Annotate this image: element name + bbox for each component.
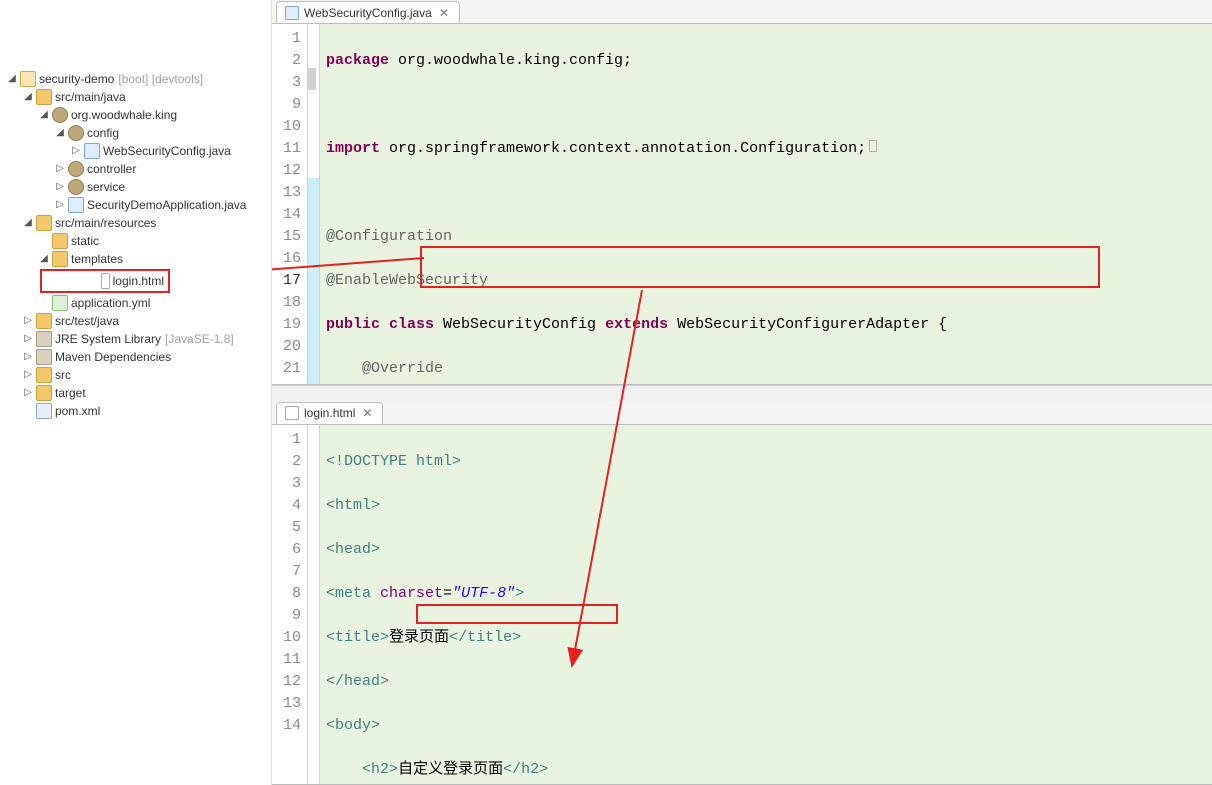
tree-maven[interactable]: Maven Dependencies: [0, 348, 271, 366]
gutter: 1239101112131415161718192021222324: [272, 24, 308, 384]
twisty-icon[interactable]: [4, 70, 20, 88]
twisty-icon[interactable]: [20, 88, 36, 106]
label: pom.xml: [55, 402, 100, 420]
label: security-demo: [39, 70, 114, 88]
twisty-icon[interactable]: [20, 330, 36, 348]
tree-login-html[interactable]: login.html: [40, 269, 170, 293]
label: src/test/java: [55, 312, 119, 330]
java-file-icon: [68, 197, 84, 213]
source-folder-icon: [36, 313, 52, 329]
folder-icon: [36, 385, 52, 401]
decorator: [JavaSE-1.8]: [165, 330, 234, 348]
library-icon: [36, 331, 52, 347]
label: JRE System Library: [55, 330, 161, 348]
package-icon: [52, 107, 68, 123]
tree-controller-pkg[interactable]: controller: [0, 160, 271, 178]
java-file-icon: [285, 6, 299, 20]
project-explorer[interactable]: security-demo [boot] [devtools] src/main…: [0, 0, 272, 785]
yml-file-icon: [52, 295, 68, 311]
label: config: [87, 124, 119, 142]
marker-bar: [308, 24, 320, 384]
horizontal-scrollbar[interactable]: [272, 385, 1212, 401]
twisty-icon[interactable]: [52, 196, 68, 214]
marker-bar: [308, 425, 320, 785]
top-tabbar: WebSecurityConfig.java ✕: [272, 0, 1212, 24]
highlight-box-html: [416, 604, 618, 624]
tree-src-java[interactable]: src/main/java: [0, 88, 271, 106]
gutter: 1234567891011121314: [272, 425, 308, 785]
label: org.woodwhale.king: [71, 106, 177, 124]
code-content[interactable]: <!DOCTYPE html> <html> <head> <meta char…: [320, 425, 1212, 785]
twisty-icon[interactable]: [20, 348, 36, 366]
twisty-icon[interactable]: [20, 366, 36, 384]
tree-websecurityconfig[interactable]: WebSecurityConfig.java: [0, 142, 271, 160]
package-icon: [68, 161, 84, 177]
twisty-icon[interactable]: [68, 142, 84, 160]
label: target: [55, 384, 86, 402]
package-icon: [68, 179, 84, 195]
editor-area: WebSecurityConfig.java ✕ 123910111213141…: [272, 0, 1212, 785]
label: templates: [71, 250, 123, 268]
tab-label: WebSecurityConfig.java: [304, 6, 432, 20]
tree-src-test[interactable]: src/test/java: [0, 312, 271, 330]
close-icon[interactable]: ✕: [360, 406, 374, 420]
java-editor[interactable]: 1239101112131415161718192021222324 packa…: [272, 24, 1212, 385]
html-file-icon: [285, 406, 299, 420]
twisty-icon[interactable]: [36, 106, 52, 124]
label: src/main/resources: [55, 214, 156, 232]
tree-package[interactable]: org.woodwhale.king: [0, 106, 271, 124]
app-root: security-demo [boot] [devtools] src/main…: [0, 0, 1212, 785]
twisty-icon[interactable]: [52, 178, 68, 196]
decorator: [boot] [devtools]: [118, 70, 203, 88]
code-content[interactable]: package org.woodwhale.king.config; impor…: [320, 24, 1212, 384]
twisty-icon[interactable]: [20, 312, 36, 330]
tree-config-pkg[interactable]: config: [0, 124, 271, 142]
twisty-icon[interactable]: [20, 384, 36, 402]
tree-pom[interactable]: pom.xml: [0, 402, 271, 420]
label: service: [87, 178, 125, 196]
label: src: [55, 366, 71, 384]
html-file-icon: [101, 273, 109, 289]
tab-websecurityconfig[interactable]: WebSecurityConfig.java ✕: [276, 1, 460, 23]
tree-application-yml[interactable]: application.yml: [0, 294, 271, 312]
tab-login-html[interactable]: login.html ✕: [276, 402, 383, 424]
tree-target[interactable]: target: [0, 384, 271, 402]
xml-file-icon: [36, 403, 52, 419]
label: application.yml: [71, 294, 150, 312]
tree-project[interactable]: security-demo [boot] [devtools]: [0, 70, 271, 88]
package-icon: [68, 125, 84, 141]
label: controller: [87, 160, 136, 178]
library-icon: [36, 349, 52, 365]
twisty-icon[interactable]: [52, 124, 68, 142]
project-icon: [20, 71, 36, 87]
folder-icon: [52, 233, 68, 249]
label: Maven Dependencies: [55, 348, 171, 366]
label: SecurityDemoApplication.java: [87, 196, 246, 214]
tree-static[interactable]: static: [0, 232, 271, 250]
label: static: [71, 232, 99, 250]
source-folder-icon: [36, 89, 52, 105]
html-editor[interactable]: 1234567891011121314 <!DOCTYPE html> <htm…: [272, 425, 1212, 785]
label: src/main/java: [55, 88, 126, 106]
label: WebSecurityConfig.java: [103, 142, 231, 160]
tree-security-demo-app[interactable]: SecurityDemoApplication.java: [0, 196, 271, 214]
folder-icon: [52, 251, 68, 267]
tree-jre[interactable]: JRE System Library [JavaSE-1.8]: [0, 330, 271, 348]
tree: security-demo [boot] [devtools] src/main…: [0, 70, 271, 420]
java-file-icon: [84, 143, 100, 159]
bottom-tabbar: login.html ✕: [272, 401, 1212, 425]
twisty-icon[interactable]: [52, 160, 68, 178]
twisty-icon[interactable]: [20, 214, 36, 232]
tree-src-resources[interactable]: src/main/resources: [0, 214, 271, 232]
folder-icon: [36, 367, 52, 383]
tree-src-folder[interactable]: src: [0, 366, 271, 384]
close-icon[interactable]: ✕: [437, 6, 451, 20]
label: login.html: [113, 272, 164, 290]
tree-templates[interactable]: templates: [0, 250, 271, 268]
tree-service-pkg[interactable]: service: [0, 178, 271, 196]
twisty-icon[interactable]: [36, 250, 52, 268]
tab-label: login.html: [304, 406, 355, 420]
source-folder-icon: [36, 215, 52, 231]
